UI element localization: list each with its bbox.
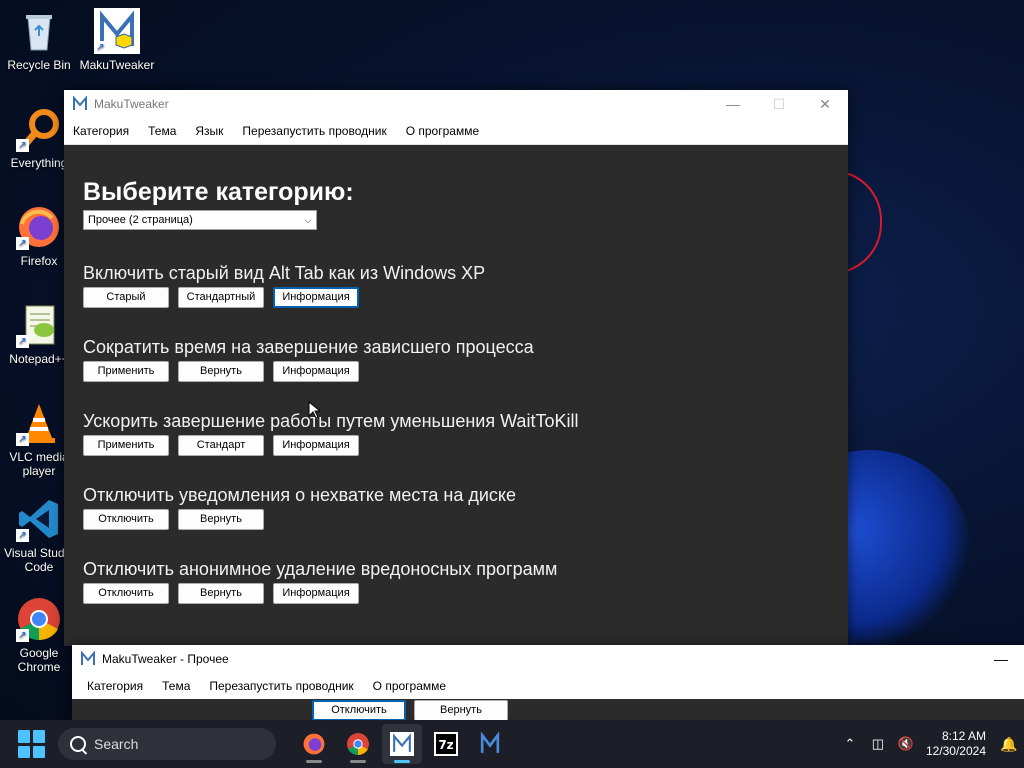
revert-button[interactable]: Вернуть	[178, 583, 264, 604]
info-button[interactable]: Информация	[273, 435, 359, 456]
tweak-title: Включить старый вид Alt Tab как из Windo…	[83, 263, 486, 283]
vscode-icon: ↗	[16, 496, 62, 542]
svg-text:7z: 7z	[438, 738, 453, 752]
desktop-icon-label: Recycle Bin	[7, 58, 71, 72]
apply-button[interactable]: Применить	[83, 435, 169, 456]
recycle-bin-icon	[16, 8, 62, 54]
apply-button[interactable]: Применить	[83, 361, 169, 382]
taskbar-search[interactable]: Search	[58, 728, 276, 760]
system-clock[interactable]: 8:12 AM 12/30/2024	[926, 729, 986, 759]
tweak-title: Отключить анонимное удаление вредоносных…	[83, 559, 558, 579]
taskbar-app-chrome[interactable]	[338, 724, 378, 764]
makutweaker-icon: ↗	[94, 8, 140, 54]
tweak-title: Сократить время на завершение зависшего …	[83, 337, 534, 357]
chevron-down-icon: ⌵	[304, 214, 312, 225]
minimize-button[interactable]: —	[710, 90, 756, 118]
tweak-title: Ускорить завершение работы путем уменьше…	[83, 411, 579, 431]
desktop-icon-makutweaker[interactable]: ↗ MakuTweaker	[79, 8, 155, 72]
volume-muted-icon[interactable]: 🔇	[892, 736, 920, 752]
taskbar: Search 7z ⌃ ◫ 🔇 8:12 AM 12/30/2024 🔔	[0, 720, 1024, 768]
desktop-icon-label: MakuTweaker	[79, 58, 155, 72]
makutweaker-icon	[480, 732, 500, 753]
category-select[interactable]: Прочее (2 страница) ⌵	[83, 210, 317, 230]
taskbar-app-makutweaker-2[interactable]	[470, 724, 510, 764]
menu-restart-explorer[interactable]: Перезапустить проводник	[200, 673, 363, 699]
revert-button[interactable]: Вернуть	[414, 700, 508, 721]
info-button[interactable]: Информация	[273, 287, 359, 308]
disable-button[interactable]: Отключить	[312, 700, 406, 721]
taskbar-app-makutweaker[interactable]	[382, 724, 422, 764]
search-placeholder: Search	[94, 736, 139, 752]
makutweaker-window-2: MakuTweaker - Прочее — Категория Тема Пе…	[72, 645, 1024, 725]
info-button[interactable]: Информация	[273, 361, 359, 382]
desktop-icon-label: Everything	[10, 156, 68, 170]
taskbar-app-firefox[interactable]	[294, 724, 334, 764]
menu-theme[interactable]: Тема	[139, 118, 186, 144]
window-title: MakuTweaker	[94, 97, 169, 111]
tweak-alt-tab: Включить старый вид Alt Tab как из Windo…	[83, 260, 829, 308]
default-button[interactable]: Стандарт	[178, 435, 264, 456]
firefox-icon: ↗	[16, 204, 62, 250]
notepad-plus-plus-icon: ↗	[16, 302, 62, 348]
window-title: MakuTweaker - Прочее	[102, 652, 229, 666]
menu-restart-explorer[interactable]: Перезапустить проводник	[233, 118, 396, 144]
maximize-button[interactable]: ☐	[756, 90, 802, 118]
title-bar[interactable]: MakuTweaker — ☐ ✕	[64, 90, 848, 118]
vlc-cone-icon: ↗	[16, 400, 62, 446]
taskbar-app-7zip[interactable]: 7z	[426, 724, 466, 764]
clock-time: 8:12 AM	[941, 729, 986, 743]
tweak-title: Отключить уведомления о нехватке места н…	[83, 485, 517, 505]
app-logo-icon	[73, 96, 87, 110]
page-title: Выберите категорию:	[83, 178, 354, 206]
notification-bell-icon[interactable]: 🔔	[994, 736, 1024, 753]
menu-about[interactable]: О программе	[397, 118, 489, 144]
info-button[interactable]: Информация	[273, 583, 359, 604]
search-icon	[70, 736, 86, 752]
7zip-icon: 7z	[434, 732, 458, 756]
menu-about[interactable]: О программе	[364, 673, 456, 699]
category-select-value: Прочее (2 страница)	[88, 214, 193, 226]
everything-icon: ↗	[16, 106, 62, 152]
tweak-hung-process: Сократить время на завершение зависшего …	[83, 334, 829, 382]
firefox-icon	[303, 733, 325, 755]
main-content: Выберите категорию: Прочее (2 страница) …	[64, 176, 848, 604]
old-style-button[interactable]: Старый	[83, 287, 169, 308]
revert-button[interactable]: Вернуть	[178, 361, 264, 382]
menu-theme[interactable]: Тема	[153, 673, 200, 699]
menu-category[interactable]: Категория	[78, 673, 153, 699]
makutweaker-window: MakuTweaker — ☐ ✕ Категория Тема Язык Пе…	[64, 90, 848, 646]
standard-button[interactable]: Стандартный	[178, 287, 264, 308]
desktop-icon-label: Firefox	[20, 254, 58, 268]
disable-button[interactable]: Отключить	[83, 509, 169, 530]
chevron-up-icon[interactable]: ⌃	[836, 736, 864, 752]
desktop-icon-label: Google Chrome	[17, 646, 61, 674]
tweak-low-disk-warning: Отключить уведомления о нехватке места н…	[83, 482, 829, 530]
clock-date: 12/30/2024	[925, 744, 986, 758]
app-logo-icon	[81, 651, 95, 665]
desktop-icon-recycle-bin[interactable]: Recycle Bin	[1, 8, 77, 72]
disable-button[interactable]: Отключить	[83, 583, 169, 604]
menu-bar: Категория Тема Язык Перезапустить провод…	[64, 118, 848, 145]
desktop-icon-label: VLC media player	[9, 450, 69, 478]
menu-category[interactable]: Категория	[64, 118, 139, 144]
menu-bar: Категория Тема Перезапустить проводник О…	[72, 673, 1024, 699]
close-button[interactable]: ✕	[802, 90, 848, 118]
chrome-icon: ↗	[16, 596, 62, 642]
start-button[interactable]	[18, 730, 46, 758]
tweak-malware-removal: Отключить анонимное удаление вредоносных…	[83, 556, 829, 604]
tweak-waittokill: Ускорить завершение работы путем уменьше…	[83, 408, 829, 456]
minimize-button[interactable]: —	[978, 645, 1024, 673]
chrome-icon	[347, 733, 369, 755]
title-bar[interactable]: MakuTweaker - Прочее —	[72, 645, 1024, 673]
network-icon[interactable]: ◫	[864, 736, 892, 752]
mouse-cursor-icon	[308, 401, 320, 419]
makutweaker-icon	[390, 732, 414, 756]
menu-language[interactable]: Язык	[186, 118, 233, 144]
revert-button[interactable]: Вернуть	[178, 509, 264, 530]
desktop-icon-label: Notepad++	[9, 352, 69, 366]
